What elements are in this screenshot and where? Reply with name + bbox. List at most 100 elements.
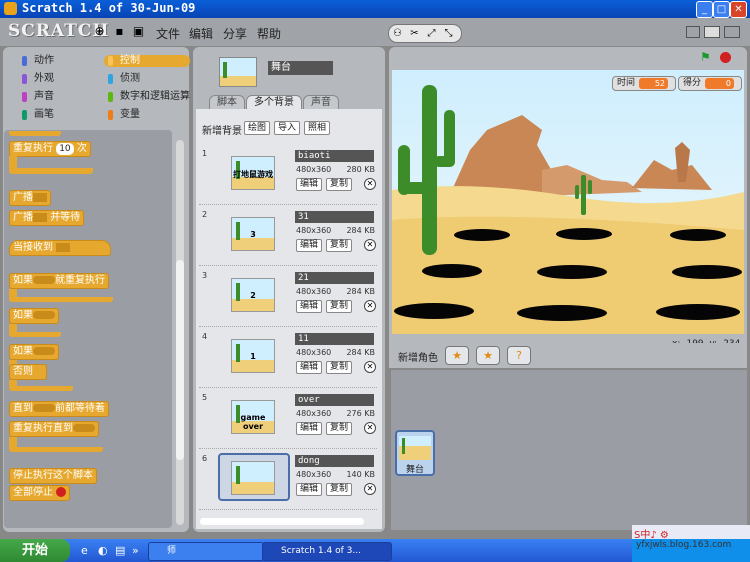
palette-scrollbar[interactable] <box>176 140 184 525</box>
menu-share[interactable]: 分享 <box>223 25 247 42</box>
stage[interactable] <box>392 70 744 334</box>
edit-costume-button[interactable]: 编辑 <box>296 300 322 313</box>
maximize-button[interactable]: □ <box>713 1 730 18</box>
costume-name-field[interactable]: 21 <box>295 272 374 284</box>
edit-costume-button[interactable]: 编辑 <box>296 178 322 191</box>
costume-thumbnail[interactable]: 3 <box>231 217 275 251</box>
delete-costume-icon[interactable]: ✕ <box>364 178 376 190</box>
block-stop-all[interactable]: 全部停止 <box>9 485 71 501</box>
block-repeat[interactable]: 重复执行 10 次 <box>9 141 91 157</box>
edit-costume-button[interactable]: 编辑 <box>296 483 322 496</box>
costume-row[interactable]: 1 打地鼠游戏 biaoti 480x360 280 KB 编辑 复制 ✕ <box>199 146 377 205</box>
normal-stage-icon[interactable] <box>704 26 720 38</box>
palette-scroll-thumb[interactable] <box>176 260 184 460</box>
block-when-receive[interactable]: 当接收到 <box>9 240 111 256</box>
condition-slot[interactable] <box>33 347 55 355</box>
tab-sounds[interactable]: 声音 <box>303 95 339 110</box>
costume-name-field[interactable]: 11 <box>295 333 374 345</box>
choose-sprite-button[interactable]: ★ <box>476 346 500 365</box>
costume-thumbnail[interactable] <box>231 461 275 495</box>
delete-costume-icon[interactable]: ✕ <box>364 422 376 434</box>
edit-costume-button[interactable]: 编辑 <box>296 361 322 374</box>
ie-icon[interactable]: e <box>81 544 88 557</box>
grow-icon[interactable]: ⤢ <box>423 25 440 42</box>
delete-icon[interactable]: ✂ <box>406 25 423 42</box>
block-if-else[interactable]: 如果 <box>9 344 59 360</box>
sprite-name-field[interactable]: 舞台 <box>268 61 333 75</box>
delete-costume-icon[interactable]: ✕ <box>364 483 376 495</box>
media-icon[interactable]: ◐ <box>98 544 108 557</box>
costume-row[interactable]: 6 dong 480x360 140 KB 编辑 复制 ✕ <box>199 451 377 510</box>
costume-name-field[interactable]: over <box>295 394 374 406</box>
ime-icon[interactable]: S中♪ ⚙ <box>634 526 669 541</box>
delete-costume-icon[interactable]: ✕ <box>364 300 376 312</box>
shrink-icon[interactable]: ⤡ <box>440 25 457 42</box>
costume-thumbnail[interactable]: 打地鼠游戏 <box>231 156 275 190</box>
monitor-time[interactable]: 时间 52 <box>612 76 676 91</box>
monitor-score[interactable]: 得分 0 <box>678 76 742 91</box>
copy-costume-button[interactable]: 复制 <box>326 483 352 496</box>
costume-thumbnail[interactable]: 2 <box>231 278 275 312</box>
taskbar-folder[interactable]: 师 <box>148 542 264 561</box>
costume-name-field[interactable]: 31 <box>295 211 374 223</box>
presentation-mode-icon[interactable] <box>724 26 740 38</box>
condition-slot[interactable] <box>33 276 55 284</box>
edit-costume-button[interactable]: 编辑 <box>296 239 322 252</box>
dropdown-icon[interactable] <box>33 192 47 202</box>
small-stage-icon[interactable] <box>686 26 700 38</box>
repeat-count-field[interactable]: 10 <box>56 143 74 155</box>
category-sound[interactable]: 声音 <box>18 91 104 103</box>
block-stop-script[interactable]: 停止执行这个脚本 <box>9 468 97 484</box>
costume-row[interactable]: 3 2 21 480x360 284 KB 编辑 复制 ✕ <box>199 268 377 327</box>
category-operators[interactable]: 数字和逻辑运算 <box>104 91 192 103</box>
copy-costume-button[interactable]: 复制 <box>326 239 352 252</box>
category-control[interactable]: 控制 <box>104 55 190 67</box>
condition-slot[interactable] <box>33 311 55 319</box>
delete-costume-icon[interactable]: ✕ <box>364 239 376 251</box>
copy-costume-button[interactable]: 复制 <box>326 300 352 313</box>
costume-row[interactable]: 4 1 11 480x360 284 KB 编辑 复制 ✕ <box>199 329 377 388</box>
import-button[interactable]: 导入 <box>274 121 300 135</box>
costume-row[interactable]: 2 3 31 480x360 284 KB 编辑 复制 ✕ <box>199 207 377 266</box>
paint-button[interactable]: 绘图 <box>244 121 270 135</box>
stop-icon[interactable] <box>720 52 731 63</box>
menu-file[interactable]: 文件 <box>156 25 180 42</box>
costume-row[interactable]: 5 game over over 480x360 276 KB 编辑 复制 ✕ <box>199 390 377 449</box>
close-button[interactable]: ✕ <box>730 1 747 18</box>
condition-slot[interactable] <box>33 404 55 412</box>
costume-name-field[interactable]: biaoti <box>295 150 374 162</box>
costume-thumbnail[interactable]: 1 <box>231 339 275 373</box>
block-wait-until[interactable]: 直到 前都等待着 <box>9 401 109 417</box>
quicklaunch-icon[interactable]: ▤ <box>115 544 125 557</box>
menu-edit[interactable]: 编辑 <box>189 25 213 42</box>
globe-icon[interactable]: ⊕ <box>93 25 106 38</box>
block-broadcast-wait[interactable]: 广播 并等待 <box>9 210 85 226</box>
block-if[interactable]: 如果 <box>9 308 59 324</box>
stage-thumbnail[interactable]: 舞台 <box>395 430 435 476</box>
minimize-button[interactable]: _ <box>696 1 713 18</box>
more-icon[interactable]: » <box>132 544 139 557</box>
edit-costume-button[interactable]: 编辑 <box>296 422 322 435</box>
share-icon[interactable]: ▣ <box>132 25 145 38</box>
category-sensing[interactable]: 侦测 <box>104 73 190 85</box>
block-repeat-until[interactable]: 重复执行直到 <box>9 421 99 437</box>
save-icon[interactable]: ▪ <box>113 25 126 38</box>
copy-costume-button[interactable]: 复制 <box>326 178 352 191</box>
block-c-bottom[interactable] <box>9 131 61 136</box>
tab-costumes[interactable]: 多个背景 <box>246 95 302 110</box>
duplicate-icon[interactable]: ⚇ <box>389 25 406 42</box>
tab-scripts[interactable]: 脚本 <box>209 95 245 110</box>
category-motion[interactable]: 动作 <box>18 55 104 67</box>
green-flag-icon[interactable]: ⚑ <box>700 51 712 63</box>
menu-help[interactable]: 帮助 <box>257 25 281 42</box>
camera-button[interactable]: 照相 <box>304 121 330 135</box>
delete-costume-icon[interactable]: ✕ <box>364 361 376 373</box>
paint-sprite-button[interactable]: ★ <box>445 346 469 365</box>
block-broadcast[interactable]: 广播 <box>9 190 51 206</box>
costume-name-field[interactable]: dong <box>295 455 374 467</box>
taskbar-scratch[interactable]: Scratch 1.4 of 3... <box>262 542 392 561</box>
costume-thumbnail[interactable]: game over <box>231 400 275 434</box>
block-if-forever[interactable]: 如果 就重复执行 <box>9 273 109 289</box>
dropdown-icon[interactable] <box>33 212 47 222</box>
category-variables[interactable]: 变量 <box>104 109 190 121</box>
